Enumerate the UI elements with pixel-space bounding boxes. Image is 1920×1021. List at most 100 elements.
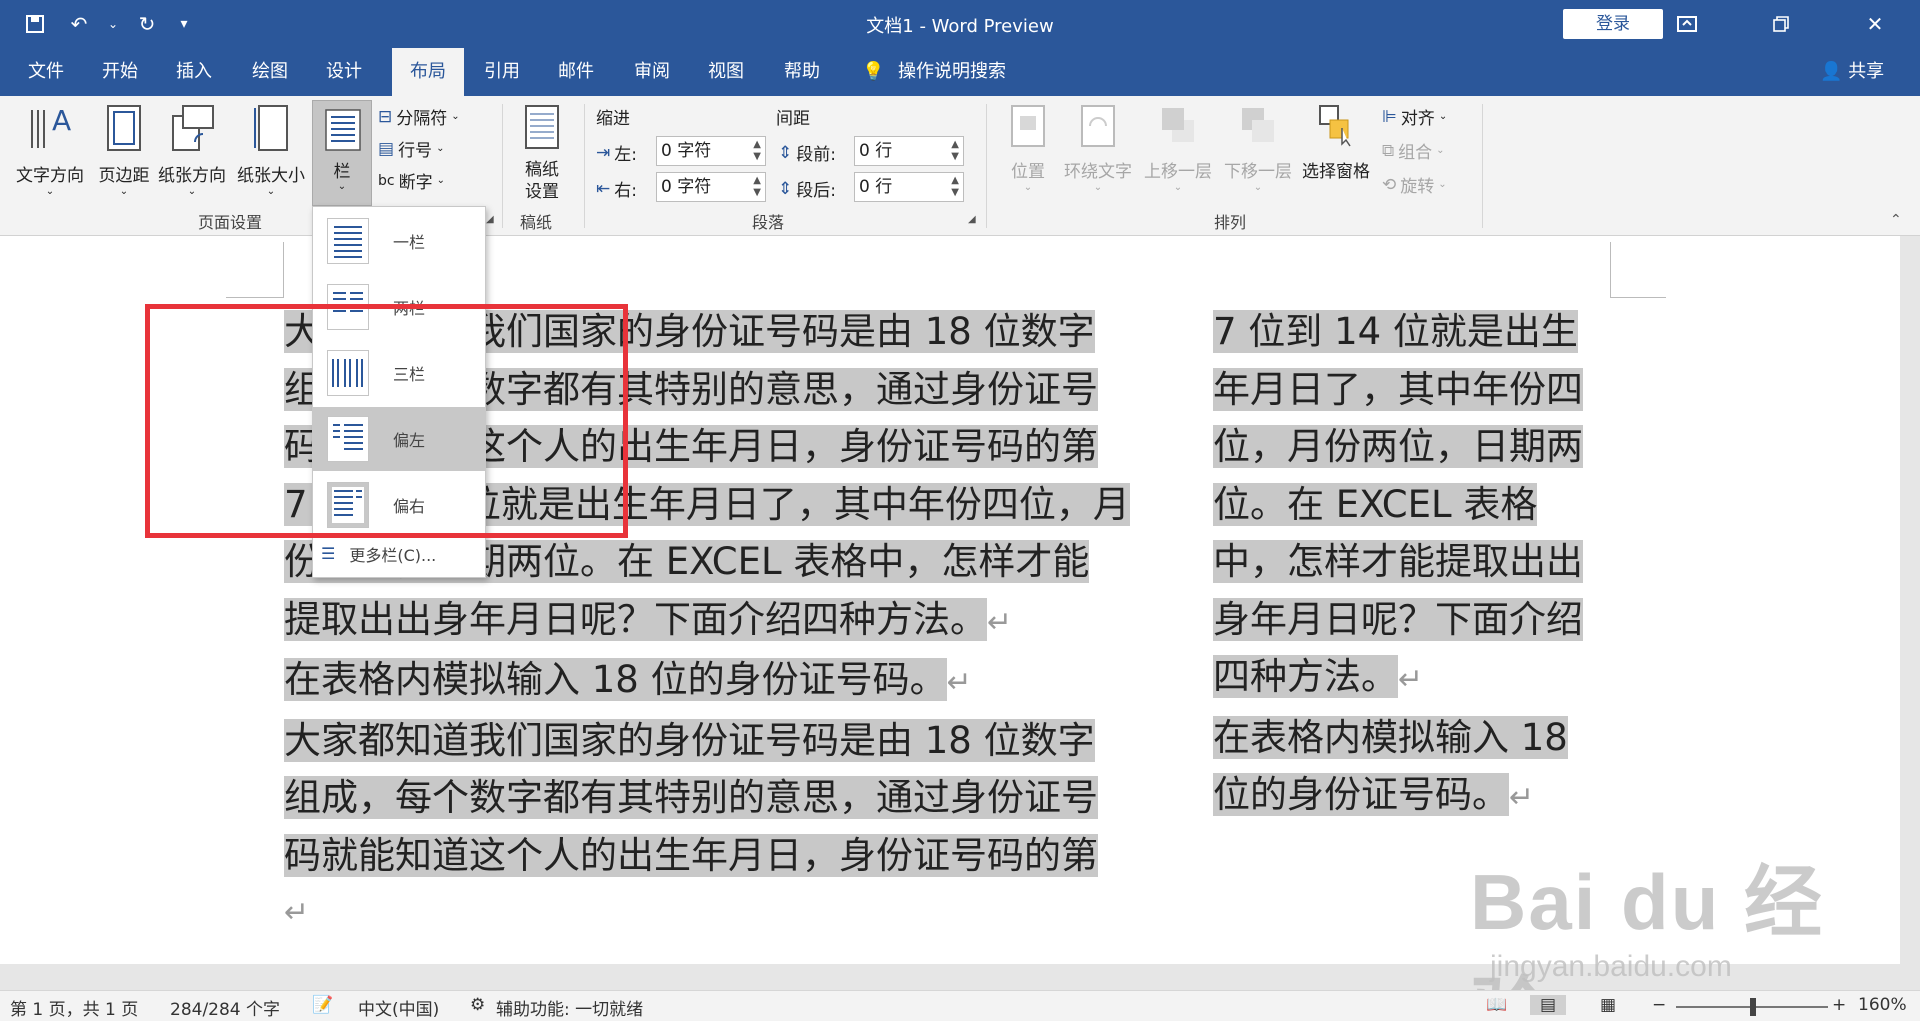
print-layout-icon[interactable]: ▤ xyxy=(1530,995,1567,1015)
tab-references[interactable]: 引用 xyxy=(466,48,538,96)
page-count[interactable]: 第 1 页，共 1 页 xyxy=(10,995,138,1020)
tab-home[interactable]: 开始 xyxy=(84,48,156,96)
bring-forward-button[interactable]: 上移一层 ⌄ xyxy=(1140,104,1216,193)
wrap-text-label: 环绕文字 xyxy=(1064,162,1132,182)
tell-me-search[interactable]: 💡 操作说明搜索 xyxy=(858,48,1024,96)
columns-label: 栏 xyxy=(333,162,351,182)
text-line: 大家都知道我们国家的身份证号码是由 18 位数字 xyxy=(284,718,1095,762)
right-column[interactable]: 7 位到 14 位就是出生 年月日了，其中年份四 位，月份两位，日期两 位。在 … xyxy=(1213,303,1583,827)
paragraph-mark: ↵ xyxy=(946,665,972,700)
line-numbers-button[interactable]: ▤ 行号 ⌄ xyxy=(378,136,444,162)
draft-settings-button[interactable]: 稿纸设置 xyxy=(510,104,574,203)
ribbon-display-icon[interactable] xyxy=(1640,0,1734,48)
size-label: 纸张大小 xyxy=(237,166,305,186)
rotate-button[interactable]: ⟲ 旋转 ⌄ xyxy=(1382,172,1447,198)
zoom-slider[interactable] xyxy=(1676,998,1828,1016)
corner-mark xyxy=(1610,242,1666,298)
zoom-in-icon[interactable]: + xyxy=(1832,995,1846,1015)
tab-view[interactable]: 视图 xyxy=(690,48,762,96)
status-bar: 第 1 页，共 1 页 284/284 个字 📝 中文(中国) ⚙ 辅助功能: … xyxy=(0,990,1920,1021)
text-line: 位。在 EXCEL 表格 xyxy=(1213,482,1538,526)
align-button[interactable]: ⊫ 对齐 ⌄ xyxy=(1382,104,1447,130)
spinner-arrows-icon[interactable]: ▲ ▼ xyxy=(753,139,761,163)
position-button[interactable]: 位置 ⌄ xyxy=(996,104,1060,193)
chevron-down-icon: ⌄ xyxy=(45,186,55,197)
group-label: 组合 xyxy=(1398,143,1433,163)
close-icon[interactable]: ✕ xyxy=(1828,0,1920,48)
tab-mailings[interactable]: 邮件 xyxy=(540,48,612,96)
separator xyxy=(1482,104,1483,228)
rotate-icon: ⟲ xyxy=(1382,174,1397,195)
text-direction-label: 文字方向 xyxy=(16,166,84,186)
line-numbers-icon: ▤ xyxy=(378,138,395,159)
chevron-down-icon: ⌄ xyxy=(1436,145,1445,156)
accessibility-status[interactable]: 辅助功能: 一切就绪 xyxy=(496,995,643,1020)
indent-right-icon: ⇤ xyxy=(596,178,611,199)
zoom-level[interactable]: 160% xyxy=(1858,995,1907,1015)
svg-text:A: A xyxy=(52,104,71,137)
text-line: 四种方法。↵ xyxy=(1213,655,1424,698)
align-label: 对齐 xyxy=(1400,109,1435,129)
margins-label: 页边距 xyxy=(98,166,150,186)
dialog-launcher-icon[interactable]: ◢ xyxy=(968,214,976,225)
spacing-before-input[interactable]: 0 行 ▲ ▼ xyxy=(854,136,964,166)
tab-file[interactable]: 文件 xyxy=(10,48,82,96)
read-mode-icon[interactable]: 📖 xyxy=(1486,995,1507,1015)
breaks-icon: ⊟ xyxy=(378,106,393,127)
spinner-arrows-icon[interactable]: ▲ ▼ xyxy=(951,175,959,199)
web-layout-icon[interactable]: ▦ xyxy=(1600,995,1616,1015)
text-line: 年月日了，其中年份四 xyxy=(1213,367,1583,411)
accessibility-icon[interactable]: ⚙ xyxy=(470,995,485,1015)
zoom-slider-handle[interactable] xyxy=(1750,998,1756,1016)
columns-button[interactable]: 栏 ⌄ xyxy=(312,100,372,206)
watermark-url: jingyan.baidu.com xyxy=(1490,950,1732,983)
text-line: 中，怎样才能提取出出 xyxy=(1213,540,1583,583)
size-button[interactable]: 纸张大小 ⌄ xyxy=(234,104,308,197)
breaks-button[interactable]: ⊟ 分隔符 ⌄ xyxy=(378,104,460,130)
selection-pane-button[interactable]: 选择窗格 xyxy=(1298,104,1374,182)
collapse-ribbon-icon[interactable]: ⌃ xyxy=(1890,212,1902,228)
columns-icon xyxy=(325,109,361,151)
more-columns-label: 更多栏(C)... xyxy=(349,545,437,565)
restore-icon[interactable] xyxy=(1734,0,1828,48)
columns-one-item[interactable]: 一栏 xyxy=(313,209,485,273)
group-button[interactable]: ⧉ 组合 ⌄ xyxy=(1382,138,1445,164)
draft-paper-icon xyxy=(525,105,559,149)
chevron-down-icon: ⌄ xyxy=(1173,182,1183,193)
chevron-down-icon: ⌄ xyxy=(436,175,445,186)
tab-layout[interactable]: 布局 xyxy=(392,48,464,96)
tab-design[interactable]: 设计 xyxy=(308,48,380,96)
spacing-after-input[interactable]: 0 行 ▲ ▼ xyxy=(854,172,964,202)
dialog-launcher-icon[interactable]: ◢ xyxy=(486,214,494,225)
ribbon-tabs: 文件 开始 插入 绘图 设计 布局 引用 邮件 审阅 视图 帮助 💡 操作说明搜… xyxy=(0,48,1920,96)
text-direction-button[interactable]: A 文字方向 ⌄ xyxy=(12,104,88,197)
tab-insert[interactable]: 插入 xyxy=(158,48,230,96)
indent-right-input[interactable]: 0 字符 ▲ ▼ xyxy=(656,172,766,202)
wrap-text-icon xyxy=(1081,105,1115,147)
spacing-before-label: ⇕ 段前: xyxy=(778,142,836,166)
group-icon: ⧉ xyxy=(1382,140,1395,161)
share-button[interactable]: 👤 共享 xyxy=(1820,48,1884,96)
send-backward-button[interactable]: 下移一层 ⌄ xyxy=(1220,104,1296,193)
indent-right-label: ⇤ 右: xyxy=(596,178,637,202)
chevron-down-icon: ⌄ xyxy=(1023,182,1033,193)
proofing-icon[interactable]: 📝 xyxy=(312,995,333,1015)
word-count[interactable]: 284/284 个字 xyxy=(170,995,280,1020)
zoom-out-icon[interactable]: − xyxy=(1652,995,1666,1015)
margins-button[interactable]: 页边距 ⌄ xyxy=(92,104,156,197)
more-columns-item[interactable]: ☰ 更多栏(C)... xyxy=(313,533,485,573)
indent-left-input[interactable]: 0 字符 ▲ ▼ xyxy=(656,136,766,166)
spinner-arrows-icon[interactable]: ▲ ▼ xyxy=(951,139,959,163)
orientation-button[interactable]: 纸张方向 ⌄ xyxy=(156,104,228,197)
hyphenation-button[interactable]: bc 断字 ⌄ xyxy=(378,168,445,194)
highlight-annotation-box xyxy=(145,304,628,538)
tab-draw[interactable]: 绘图 xyxy=(234,48,306,96)
ribbon: A 文字方向 ⌄ 页边距 ⌄ 纸张方向 ⌄ 纸张大小 ⌄ 栏 ⌄ ⊟ 分隔符 ⌄… xyxy=(0,96,1920,236)
tab-review[interactable]: 审阅 xyxy=(616,48,688,96)
spinner-arrows-icon[interactable]: ▲ ▼ xyxy=(753,175,761,199)
wrap-text-button[interactable]: 环绕文字 ⌄ xyxy=(1060,104,1136,193)
paragraph-mark: ↵ xyxy=(1398,662,1424,697)
language-indicator[interactable]: 中文(中国) xyxy=(358,995,439,1020)
tab-help[interactable]: 帮助 xyxy=(766,48,838,96)
selection-pane-label: 选择窗格 xyxy=(1302,162,1370,182)
